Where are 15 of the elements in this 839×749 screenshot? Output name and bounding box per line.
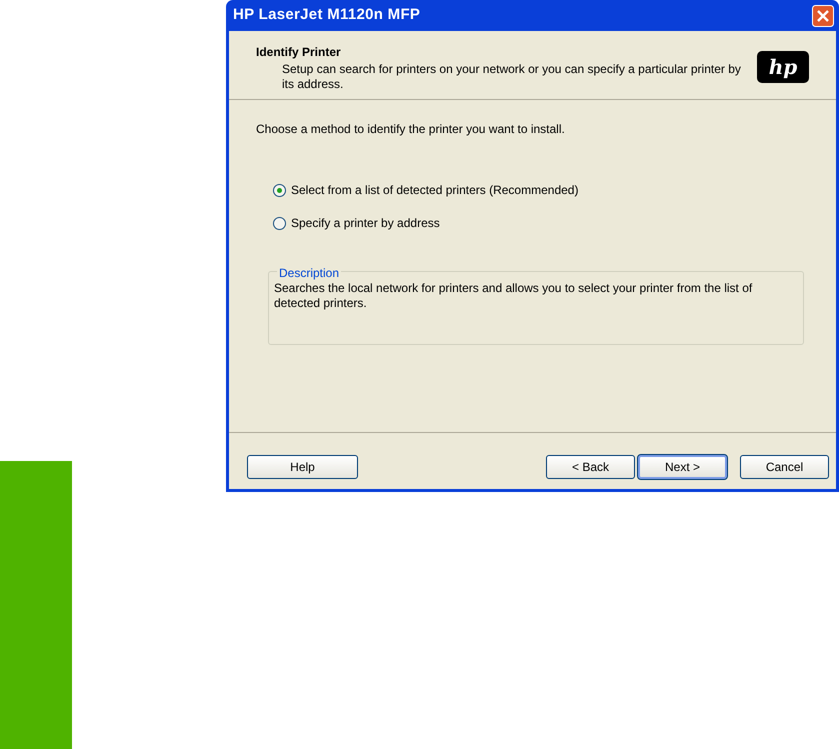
- close-icon[interactable]: [812, 4, 834, 26]
- radio-label[interactable]: Select from a list of detected printers (Recommended): [291, 181, 578, 199]
- instruction-text: Choose a method to identify the printer you want to install.: [256, 121, 566, 138]
- page-heading: Identify Printer: [256, 44, 342, 61]
- radio-button[interactable]: [273, 216, 286, 230]
- page-subtitle: Setup can search for printers on your network or you can specify a particular printer by its address.: [282, 62, 742, 92]
- dialog-button[interactable]: < Back: [546, 455, 635, 479]
- description-text: Searches the local network for printers and allows you to select your printer from the list of detected printers.: [274, 281, 754, 311]
- radio-button[interactable]: [273, 184, 286, 196]
- window-title: HP LaserJet M1120n MFP: [233, 5, 420, 26]
- dialog-button[interactable]: Next >: [638, 455, 727, 479]
- dialog-button[interactable]: Cancel: [740, 455, 829, 479]
- radio-label[interactable]: Specify a printer by address: [291, 214, 440, 232]
- hp-logo: hp: [757, 51, 809, 83]
- dialog-button[interactable]: Help: [247, 455, 358, 479]
